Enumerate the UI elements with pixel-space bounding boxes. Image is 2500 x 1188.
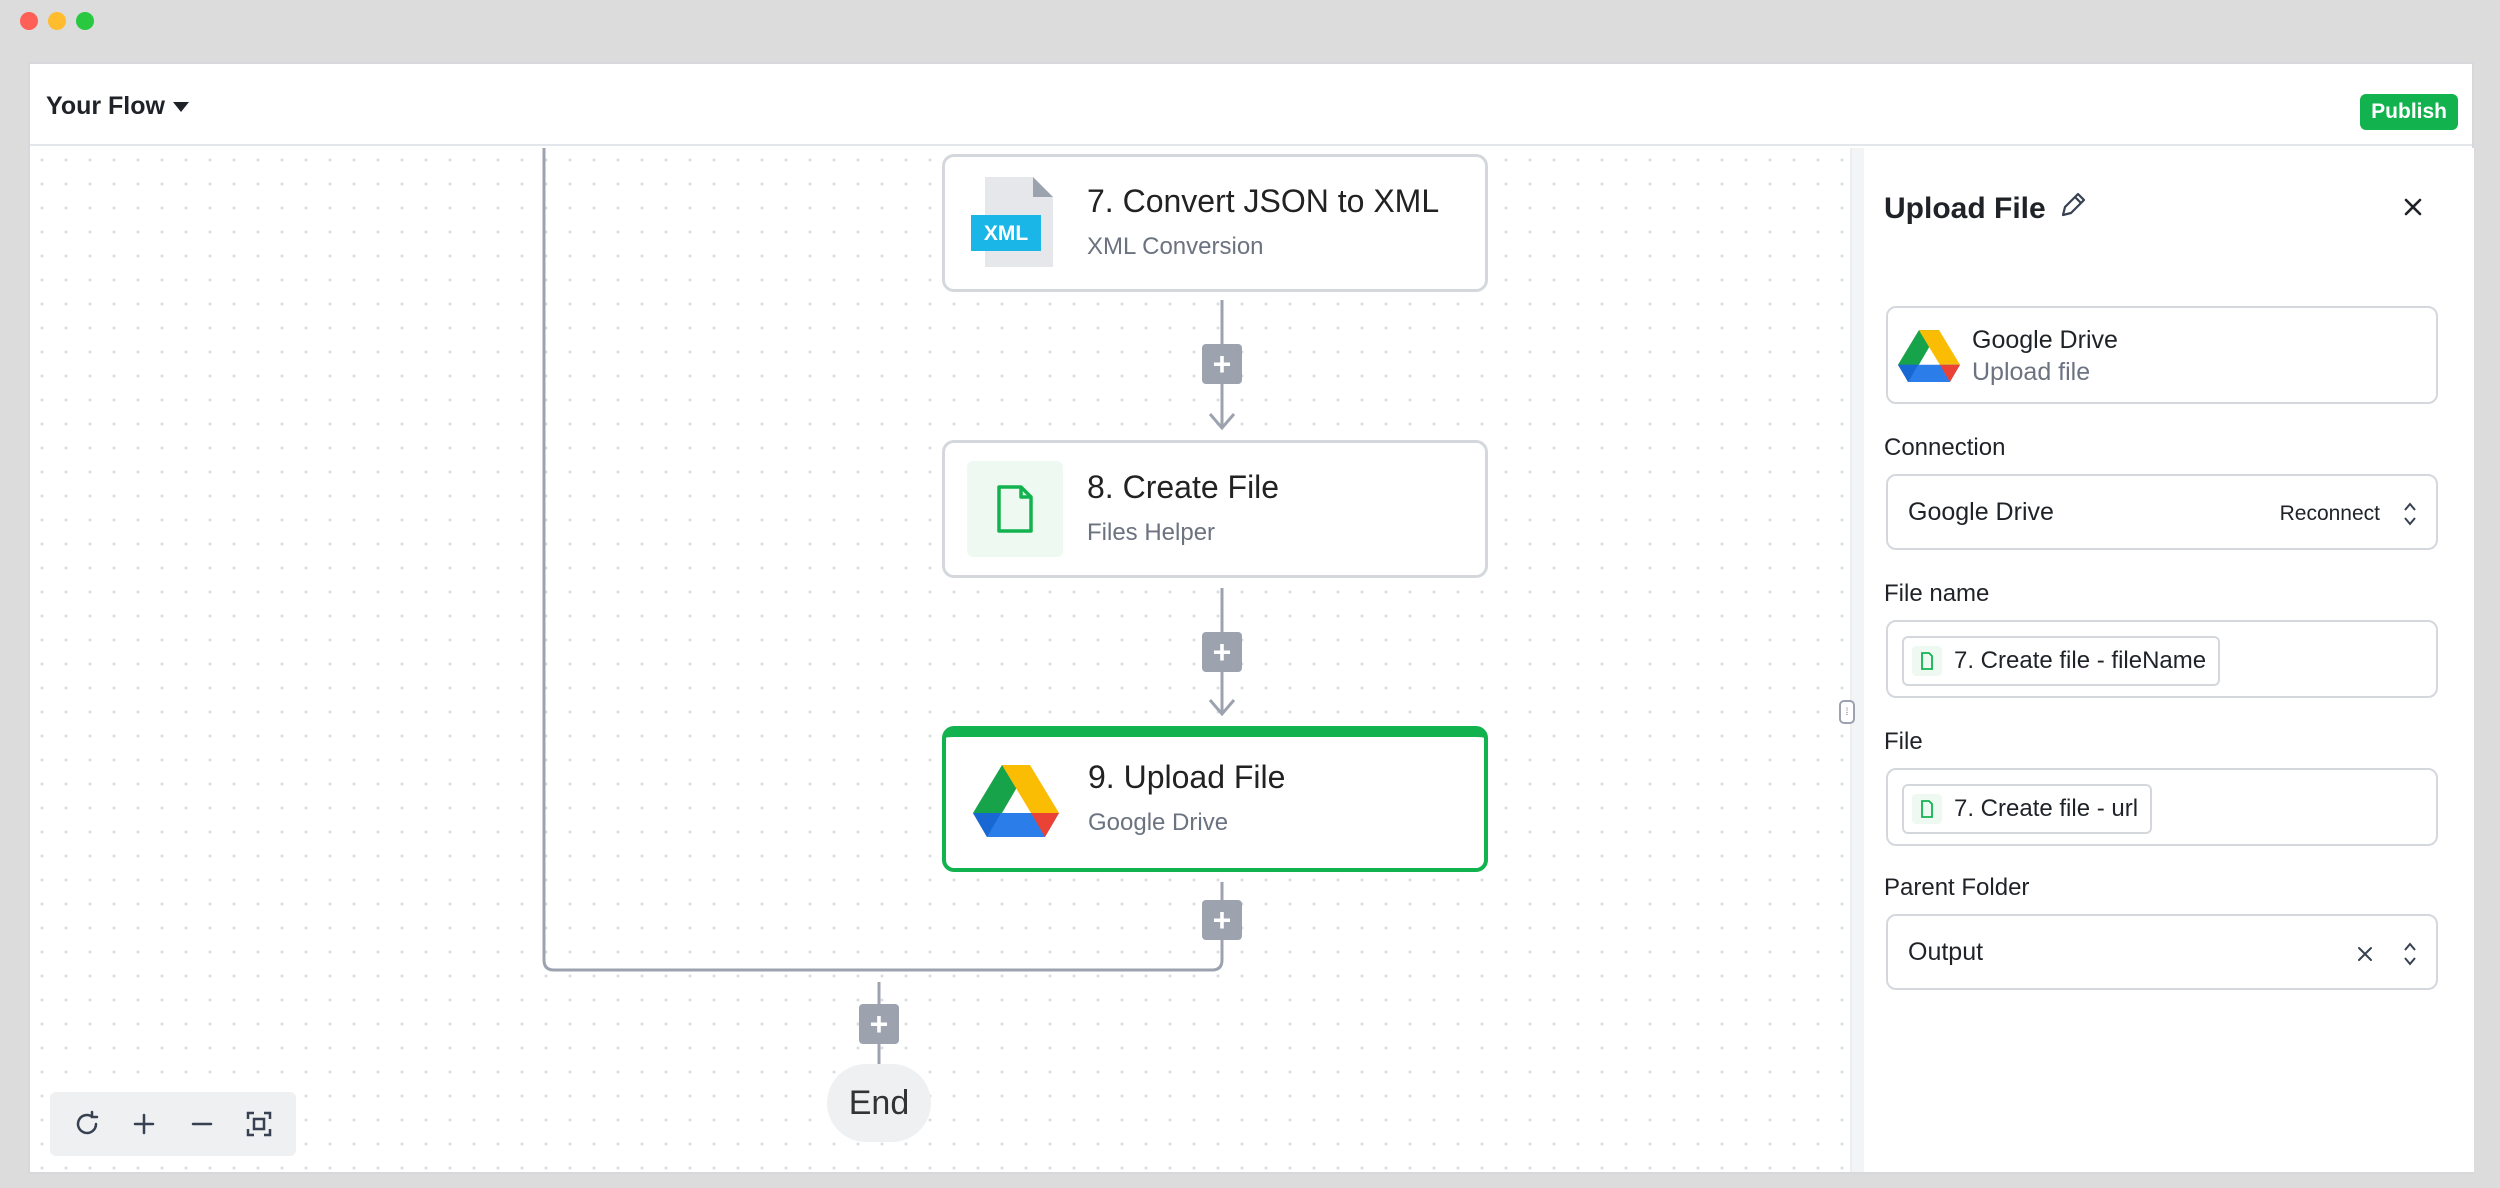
- xml-file-icon: XML: [967, 175, 1063, 271]
- zoom-controls: [50, 1092, 296, 1156]
- node-title: 9. Upload File: [1088, 759, 1286, 795]
- zoom-out-icon[interactable]: [178, 1100, 226, 1148]
- file-field[interactable]: 7. Create file - url: [1886, 768, 2438, 846]
- xml-badge-text: XML: [984, 222, 1029, 245]
- node-title: 8. Create File: [1087, 469, 1280, 505]
- file-name-field[interactable]: 7. Create file - fileName: [1886, 620, 2438, 698]
- variable-pill[interactable]: 7. Create file - url: [1902, 784, 2153, 834]
- app-name: Google Drive: [1972, 326, 2118, 354]
- app-action-card[interactable]: Google Drive Upload file: [1886, 306, 2438, 404]
- variable-pill[interactable]: 7. Create file - fileName: [1902, 636, 2221, 686]
- edit-pencil-icon[interactable]: [2058, 190, 2088, 228]
- node-upload-file[interactable]: 9. Upload File Google Drive: [942, 726, 1488, 872]
- top-bar: Your Flow Publish: [30, 64, 2472, 146]
- add-step-button[interactable]: +: [859, 1004, 899, 1044]
- parent-folder-label: Parent Folder: [1884, 874, 2030, 901]
- chevron-updown-icon: [2404, 942, 2416, 966]
- app-action: Upload file: [1972, 358, 2091, 386]
- google-drive-icon: [1898, 330, 1960, 383]
- google-drive-icon: [968, 755, 1064, 851]
- panel-title: Upload File: [1884, 192, 2046, 225]
- end-node: End: [827, 1064, 931, 1142]
- connection-label: Connection: [1884, 434, 2006, 461]
- minimize-window-button[interactable]: [48, 12, 66, 30]
- clear-icon[interactable]: [2356, 945, 2374, 963]
- zoom-in-icon[interactable]: [120, 1100, 168, 1148]
- flow-title: Your Flow: [46, 92, 165, 120]
- connection-select[interactable]: Google Drive Reconnect: [1886, 474, 2438, 550]
- resize-handle-icon[interactable]: ⁞: [1839, 700, 1855, 724]
- file-label: File: [1884, 728, 1923, 755]
- close-window-button[interactable]: [20, 12, 38, 30]
- file-name-label: File name: [1884, 580, 1990, 607]
- node-subtitle: XML Conversion: [1087, 233, 1264, 260]
- panel-header: Upload File: [1884, 190, 2088, 228]
- node-convert-json-to-xml[interactable]: XML 7. Convert JSON to XML XML Conversio…: [942, 154, 1488, 292]
- add-step-button[interactable]: +: [1202, 632, 1242, 672]
- variable-pill-text: 7. Create file - fileName: [1954, 647, 2207, 674]
- app-window: Your Flow Publish XML 7. Convert JSON to…: [28, 62, 2474, 1174]
- refresh-icon[interactable]: [63, 1100, 111, 1148]
- maximize-window-button[interactable]: [76, 12, 94, 30]
- add-step-button[interactable]: +: [1202, 900, 1242, 940]
- node-title: 7. Convert JSON to XML: [1087, 183, 1440, 219]
- variable-pill-text: 7. Create file - url: [1954, 795, 2139, 822]
- node-subtitle: Google Drive: [1088, 809, 1229, 836]
- file-icon: [1912, 646, 1942, 676]
- caret-down-icon: [172, 101, 189, 112]
- publish-button[interactable]: Publish: [2360, 94, 2458, 130]
- flow-connectors: [542, 148, 1236, 1064]
- flow-canvas[interactable]: XML 7. Convert JSON to XML XML Conversio…: [30, 148, 1850, 1172]
- file-icon: [967, 461, 1063, 557]
- step-settings-panel: Upload File Google Drive Upload file Con…: [1864, 148, 2474, 1172]
- parent-folder-select[interactable]: Output: [1886, 914, 2438, 990]
- flow-title-dropdown[interactable]: Your Flow: [46, 92, 189, 121]
- parent-folder-value: Output: [1908, 938, 1984, 966]
- reconnect-button[interactable]: Reconnect: [2280, 502, 2380, 526]
- fit-screen-icon[interactable]: [235, 1100, 283, 1148]
- node-subtitle: Files Helper: [1087, 519, 1216, 546]
- window-controls: [20, 12, 94, 30]
- node-create-file[interactable]: 8. Create File Files Helper: [942, 440, 1488, 578]
- connection-value: Google Drive: [1908, 498, 2054, 526]
- panel-divider[interactable]: [1850, 148, 1864, 1172]
- file-icon: [1912, 794, 1942, 824]
- chevron-updown-icon: [2404, 502, 2416, 526]
- close-icon[interactable]: [2398, 192, 2428, 222]
- add-step-button[interactable]: +: [1202, 344, 1242, 384]
